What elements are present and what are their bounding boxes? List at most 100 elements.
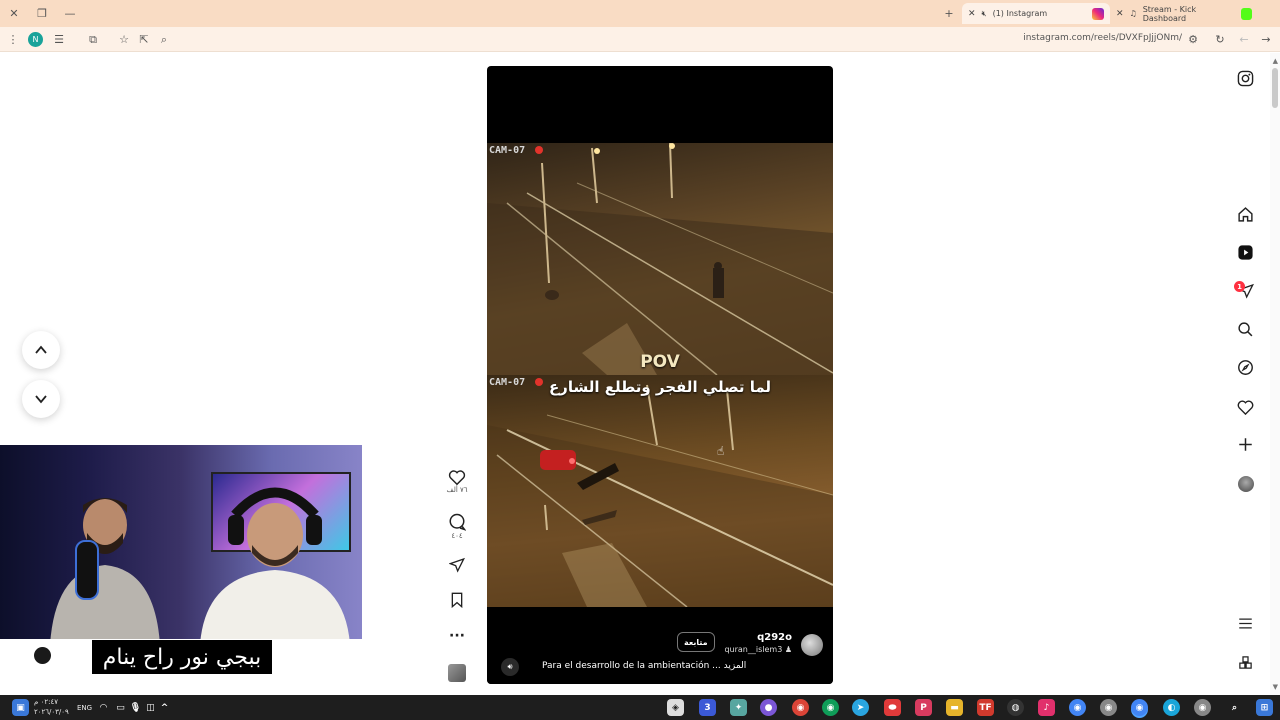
bookmark-star-icon[interactable]: ☆ [116,31,132,48]
author-avatar[interactable] [801,634,823,656]
app-tf-icon[interactable]: TF [977,699,994,716]
audio-label: quran__islem3 [724,645,783,654]
wifi-icon[interactable]: ◠ [95,699,112,716]
show-desktop-icon[interactable]: ▣ [12,699,29,716]
language-indicator[interactable]: ENG [77,704,92,712]
app-dark-icon[interactable]: ◍ [1007,699,1024,716]
audio-cover-image [448,664,466,682]
tab-title: (1) Instagram [992,9,1048,18]
telegram-icon[interactable]: ➤ [852,699,869,716]
like-count: ٧٦ ألف [446,486,468,494]
taskbar-search-icon[interactable]: ⌕ [1226,699,1243,716]
tab-close-icon[interactable]: ✕ [1116,9,1124,19]
chrome-2-icon[interactable]: ◉ [1069,699,1086,716]
app-gray-icon[interactable]: ◉ [1100,699,1117,716]
tab-kick[interactable]: ✕ ♫ Stream - Kick Dashboard [1110,3,1258,24]
window-restore-icon[interactable]: ❐ [32,4,52,22]
menu-dots-icon[interactable]: ⋮ [6,31,20,48]
explore-compass-icon[interactable] [1235,357,1256,378]
tab-close-icon[interactable]: ✕ [968,9,976,19]
shield-app-icon[interactable]: ◈ [667,699,684,716]
previous-reel-button[interactable] [22,331,60,369]
chrome-alt-icon[interactable]: ◉ [822,699,839,716]
apps-grid-icon[interactable] [1235,652,1256,673]
tab-mute-icon: 🔇︎ [981,8,987,18]
send-icon [449,557,465,573]
forward-icon[interactable]: ← [1236,31,1252,48]
street-scene-image [487,143,833,375]
comment-count: ٤٠٤ [451,532,463,540]
site-settings-icon[interactable]: ⚙ [1185,31,1201,48]
share-action[interactable] [444,557,470,573]
app-red-icon[interactable]: ⬬ [884,699,901,716]
tiktok-icon[interactable]: ♪ [1038,699,1055,716]
clock-time[interactable]: ٠٢:٤٧ م [34,698,58,706]
windows-taskbar: ▣ ٠٢:٤٧ م ٢٠٢٦/٠٣/٠٩ ENG ◠ ▭ 🎙︎ ◫ ^ ◈ 3 … [0,695,1280,720]
share-icon[interactable]: ⇱ [136,31,152,48]
start-menu-icon[interactable]: ⊞ [1256,699,1273,716]
chevron-up-icon [35,345,47,354]
audio-source[interactable]: quran__islem3 ♟ [724,645,792,654]
scrollbar[interactable]: ▲ ▼ [1270,53,1280,695]
window-close-icon[interactable]: ✕ [4,4,24,22]
more-options-icon[interactable]: ··· [444,628,470,644]
reload-icon[interactable]: ↻ [1212,31,1228,48]
heart-icon [448,470,466,485]
window-minimize-icon[interactable]: — [60,4,80,22]
app-p-icon[interactable]: P [915,699,932,716]
reel-caption[interactable]: Para el desarrollo de la ambientación ..… [542,661,746,671]
streamer-left-image [50,498,160,639]
create-plus-icon[interactable] [1235,434,1256,455]
address-bar[interactable]: instagram.com/reels/DVXFpJjjONm/ [1023,33,1182,43]
tray-expand-icon[interactable]: ^ [156,699,173,716]
zoom-icon[interactable]: ⌕ [156,31,172,48]
person-icon: ♟ [784,645,792,654]
home-icon[interactable] [1235,204,1256,225]
profile-avatar[interactable]: N [28,32,43,47]
app-bird-icon[interactable]: ✦ [730,699,747,716]
next-reel-button[interactable] [22,380,60,418]
hamburger-menu-icon[interactable] [1235,613,1256,634]
street-scene-image [487,384,833,607]
new-tab-icon[interactable]: + [939,4,959,22]
avatar-image [1237,475,1254,492]
chrome-icon[interactable]: ◉ [792,699,809,716]
chrome-active-icon[interactable]: ◉ [1131,699,1148,716]
reel-video[interactable]: CAM-07 CAM-07 POV لما تصلي الفجر وتطلع ا… [487,66,833,684]
edge-icon[interactable]: ◐ [1163,699,1180,716]
obs-icon[interactable]: ● [760,699,777,716]
like-action[interactable]: ٧٦ ألف [444,469,470,494]
save-action[interactable] [444,592,470,608]
chevron-down-icon [35,395,47,404]
instagram-logo-icon[interactable] [1235,68,1256,89]
extensions-icon[interactable]: ⧉ [85,31,101,48]
comment-action[interactable]: ٤٠٤ [444,513,470,540]
cam-label: CAM-07 [489,145,526,156]
chrome-3-icon[interactable]: ◉ [1194,699,1211,716]
mute-toggle-icon[interactable]: 🔊︎ [501,658,519,676]
hand-cursor-icon: ☝ [717,444,725,458]
instagram-favicon-icon [1092,7,1104,20]
app-3-icon[interactable]: 3 [699,699,716,716]
clock-date[interactable]: ٢٠٢٦/٠٣/٠٩ [34,708,69,716]
audio-thumbnail[interactable] [444,664,470,682]
notification-badge: 1 [1234,281,1245,292]
back-icon[interactable]: → [1258,31,1274,48]
scroll-up-icon[interactable]: ▲ [1273,57,1278,65]
notifications-heart-icon[interactable] [1235,396,1256,417]
file-explorer-icon[interactable]: ▬ [946,699,963,716]
browser-toolbar: ⋮ N ☰ ⧉ ☆ ⇱ ⌕ instagram.com/reels/DVXFpJ… [0,27,1280,52]
profile-avatar[interactable] [1235,473,1256,494]
reel-overlay-caption: لما تصلي الفجر وتطلع الشارع [548,378,772,396]
scrollbar-thumb[interactable] [1272,68,1278,108]
author-username[interactable]: q292o [757,632,792,643]
browser-tabbar: ✕ ❐ — + ✕ 🔇︎ (1) Instagram ✕ ♫ Stream - … [0,0,1280,27]
follow-button[interactable]: متابعة [677,632,715,652]
stream-subtitle: ببجي نور راح ينام [92,640,272,674]
streamer-right-image [200,487,350,639]
search-icon[interactable] [1235,319,1256,340]
reading-list-icon[interactable]: ☰ [51,31,67,48]
tab-instagram[interactable]: ✕ 🔇︎ (1) Instagram [962,3,1110,24]
scroll-down-icon[interactable]: ▼ [1273,683,1278,691]
reels-icon[interactable] [1235,242,1256,263]
